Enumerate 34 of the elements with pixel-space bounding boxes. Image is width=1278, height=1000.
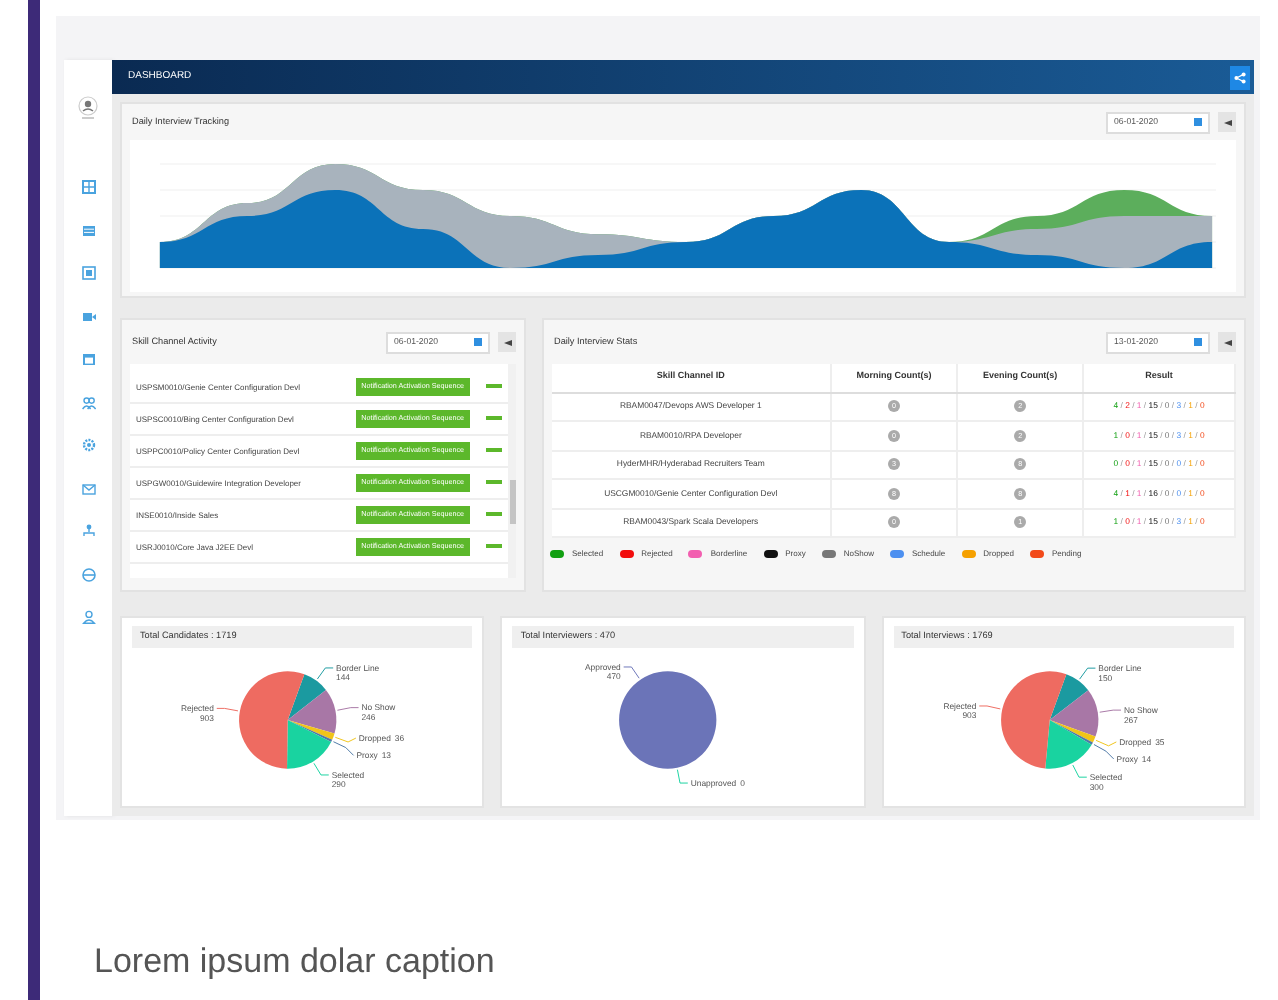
leader-line xyxy=(316,667,334,680)
calendar-icon xyxy=(1194,338,1202,346)
refresh-button[interactable] xyxy=(498,332,516,352)
refresh-button[interactable] xyxy=(1218,332,1236,352)
mail-icon[interactable] xyxy=(81,481,95,495)
grid-icon[interactable] xyxy=(81,266,95,280)
leader-line xyxy=(623,666,641,679)
leader-line xyxy=(336,707,360,711)
calendar-icon xyxy=(1194,118,1202,126)
list-icon[interactable] xyxy=(81,223,95,237)
gear-icon[interactable] xyxy=(81,438,95,452)
share-button[interactable] xyxy=(1230,65,1250,89)
leader-line xyxy=(677,769,689,784)
caption: Lorem ipsum dolar caption xyxy=(94,940,497,984)
arrow-icon xyxy=(1223,339,1231,345)
users-icon[interactable] xyxy=(81,395,95,409)
pie-slice xyxy=(619,671,718,769)
arrow-icon xyxy=(1223,119,1231,125)
video-icon[interactable] xyxy=(81,309,95,323)
database-icon[interactable] xyxy=(81,567,95,581)
dashboard-icon[interactable] xyxy=(81,180,95,194)
leader-line xyxy=(216,707,239,712)
calendar-icon[interactable] xyxy=(81,352,95,366)
arrow-icon xyxy=(503,339,511,345)
leader-line xyxy=(1078,667,1096,680)
leader-line xyxy=(978,705,1001,710)
refresh-button[interactable] xyxy=(1218,112,1236,132)
hierarchy-icon[interactable] xyxy=(81,524,95,538)
leader-line xyxy=(313,762,330,776)
leader-line xyxy=(1071,764,1087,778)
user-icon[interactable] xyxy=(81,610,95,624)
leader-line xyxy=(1098,709,1121,713)
calendar-icon xyxy=(474,338,482,346)
share-icon xyxy=(1234,71,1246,83)
